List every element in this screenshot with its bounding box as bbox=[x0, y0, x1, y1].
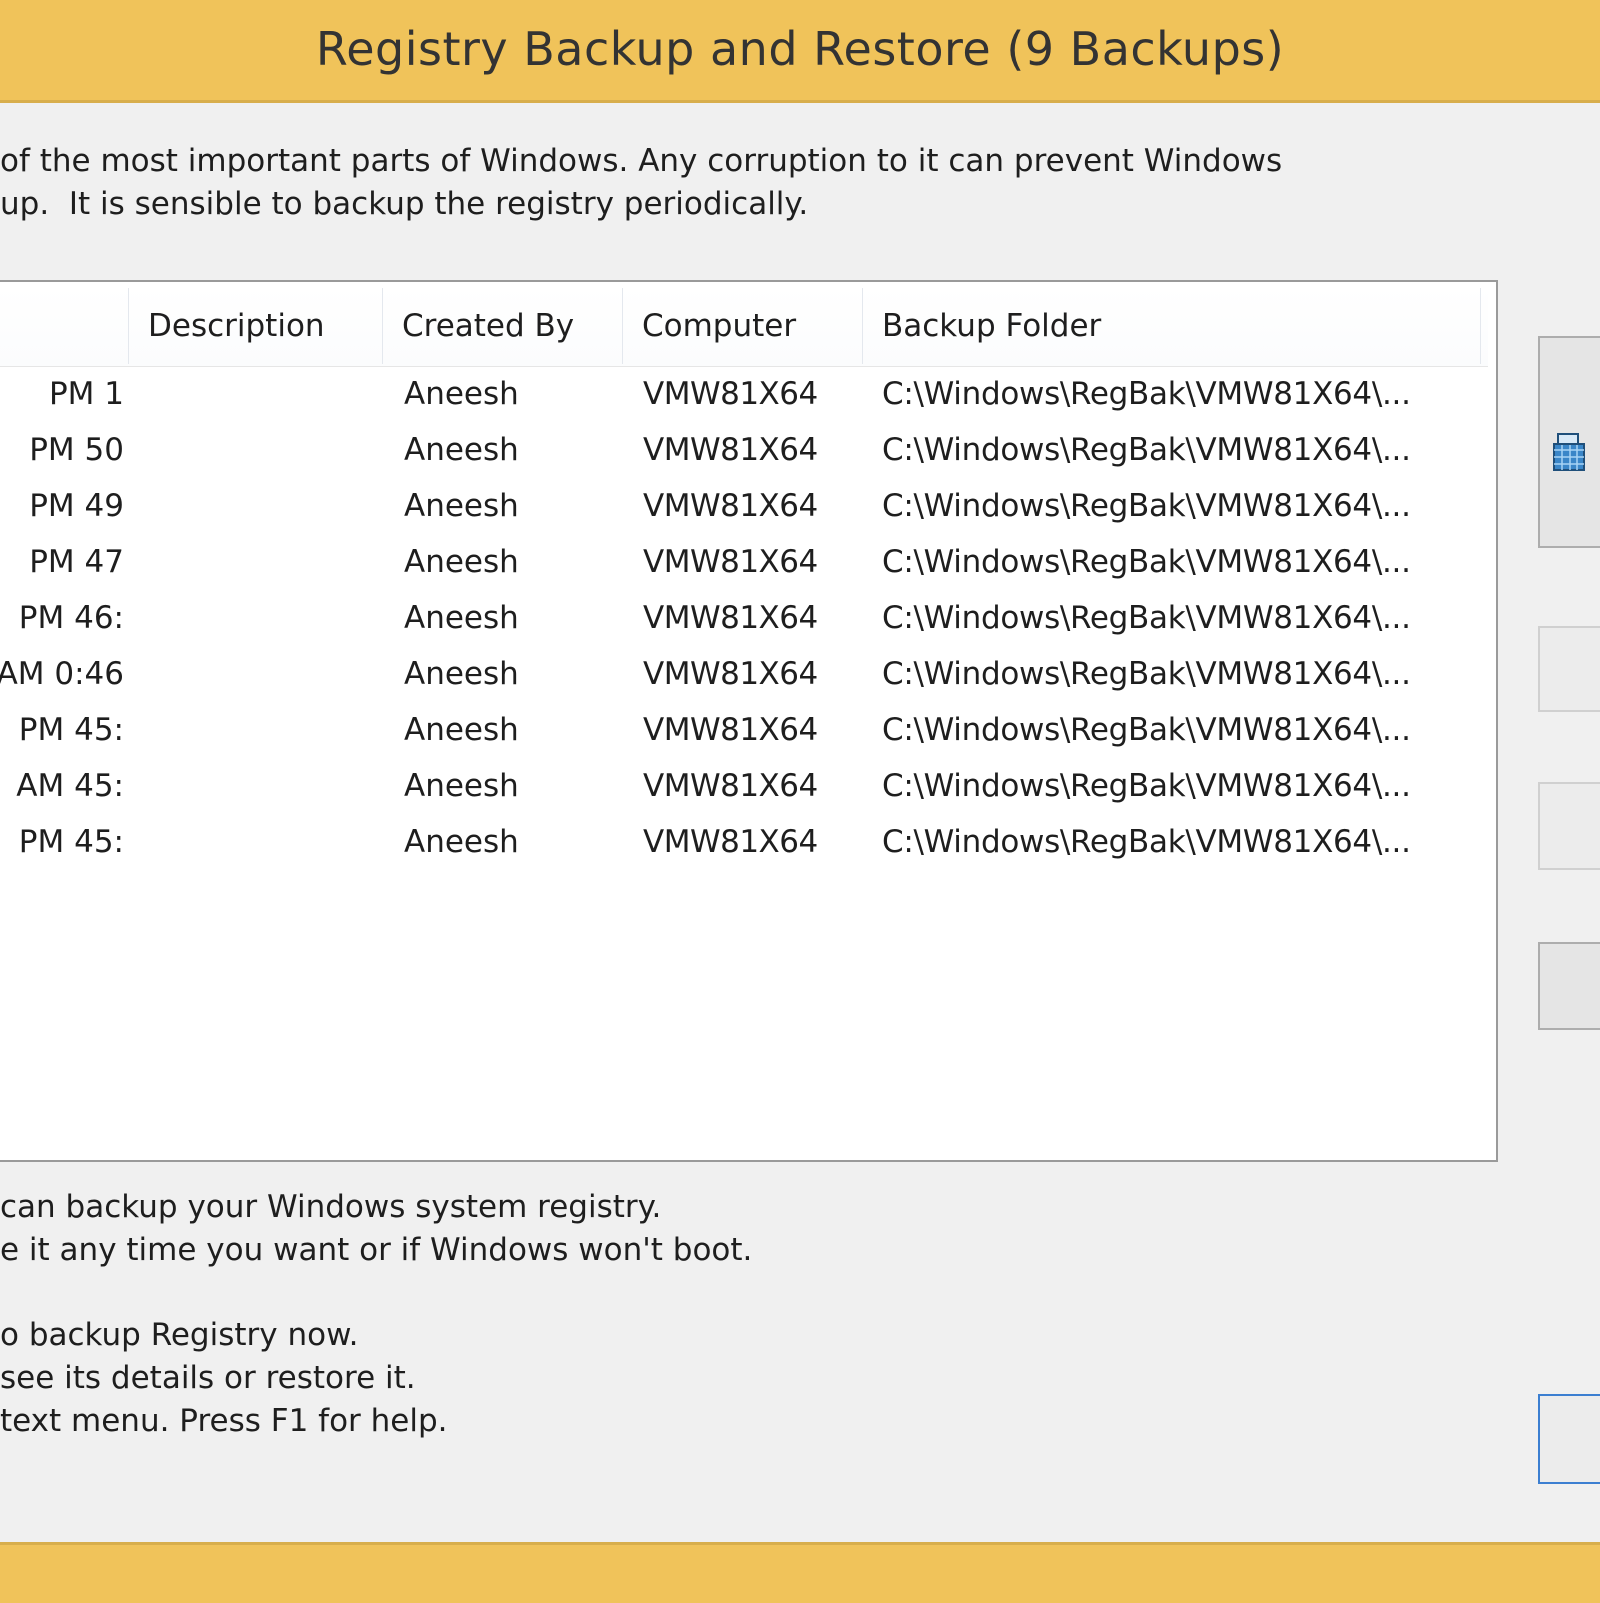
table-row[interactable]: :46 PM Aneesh VMW81X64 C:\Windows\RegBak… bbox=[0, 590, 1488, 646]
details-button[interactable] bbox=[1538, 626, 1600, 712]
cell-computer: VMW81X64 bbox=[643, 600, 818, 636]
intro-text: of the most important parts of Windows. … bbox=[0, 143, 1283, 222]
restore-button[interactable] bbox=[1538, 782, 1600, 870]
cell-computer: VMW81X64 bbox=[643, 544, 818, 580]
column-divider[interactable] bbox=[862, 288, 863, 364]
cell-date: :46 PM bbox=[18, 600, 124, 636]
cell-description bbox=[148, 422, 378, 478]
cell-backup-folder: C:\Windows\RegBak\VMW81X64\... bbox=[882, 656, 1411, 692]
cell-description bbox=[148, 646, 378, 702]
column-header-description[interactable]: Description bbox=[130, 286, 380, 366]
column-divider[interactable] bbox=[622, 288, 623, 364]
table-row[interactable]: 47 PM Aneesh VMW81X64 C:\Windows\RegBak\… bbox=[0, 534, 1488, 590]
cell-description bbox=[148, 758, 378, 814]
cell-created-by: Aneesh bbox=[404, 824, 519, 860]
table-row[interactable]: 0:46 AM Aneesh VMW81X64 C:\Windows\RegBa… bbox=[0, 646, 1488, 702]
window-title: Registry Backup and Restore (9 Backups) bbox=[315, 22, 1285, 76]
cell-created-by: Aneesh bbox=[404, 376, 519, 412]
cell-date: 49 PM bbox=[29, 488, 124, 524]
cell-computer: VMW81X64 bbox=[643, 768, 818, 804]
cell-computer: VMW81X64 bbox=[643, 824, 818, 860]
cell-date: 0:46 AM bbox=[0, 656, 124, 692]
cell-date: :45 PM bbox=[18, 712, 124, 748]
list-header: Description Created By Computer Backup F… bbox=[0, 286, 1488, 367]
table-row[interactable]: :45 AM Aneesh VMW81X64 C:\Windows\RegBak… bbox=[0, 758, 1488, 814]
cell-backup-folder: C:\Windows\RegBak\VMW81X64\... bbox=[882, 824, 1411, 860]
window-bottom-border bbox=[0, 1542, 1600, 1603]
cell-computer: VMW81X64 bbox=[643, 432, 818, 468]
column-divider[interactable] bbox=[128, 288, 129, 364]
backups-list[interactable]: Description Created By Computer Backup F… bbox=[0, 280, 1498, 1162]
cell-date: 50 PM bbox=[29, 432, 124, 468]
help-text-instructions: o backup Registry now. see its details o… bbox=[0, 1317, 448, 1439]
column-header-created-by[interactable]: Created By bbox=[384, 286, 620, 366]
options-button[interactable] bbox=[1538, 942, 1600, 1030]
help-text-intro: can backup your Windows system registry.… bbox=[0, 1189, 753, 1268]
table-row[interactable]: 49 PM Aneesh VMW81X64 C:\Windows\RegBak\… bbox=[0, 478, 1488, 534]
column-header-computer[interactable]: Computer bbox=[624, 286, 860, 366]
table-row[interactable]: :45 PM Aneesh VMW81X64 C:\Windows\RegBak… bbox=[0, 814, 1488, 870]
cell-backup-folder: C:\Windows\RegBak\VMW81X64\... bbox=[882, 600, 1411, 636]
cell-date: :45 PM bbox=[18, 824, 124, 860]
cell-computer: VMW81X64 bbox=[643, 712, 818, 748]
column-header-date[interactable] bbox=[0, 286, 128, 366]
cell-created-by: Aneesh bbox=[404, 768, 519, 804]
cell-created-by: Aneesh bbox=[404, 656, 519, 692]
cell-created-by: Aneesh bbox=[404, 600, 519, 636]
close-button[interactable] bbox=[1538, 1394, 1600, 1484]
cell-backup-folder: C:\Windows\RegBak\VMW81X64\... bbox=[882, 768, 1411, 804]
cell-date: 1 PM bbox=[48, 376, 124, 412]
cell-description bbox=[148, 590, 378, 646]
column-divider[interactable] bbox=[382, 288, 383, 364]
cell-created-by: Aneesh bbox=[404, 432, 519, 468]
cell-description bbox=[148, 478, 378, 534]
table-row[interactable]: :45 PM Aneesh VMW81X64 C:\Windows\RegBak… bbox=[0, 702, 1488, 758]
cell-computer: VMW81X64 bbox=[643, 656, 818, 692]
cell-computer: VMW81X64 bbox=[643, 488, 818, 524]
table-row[interactable]: 50 PM Aneesh VMW81X64 C:\Windows\RegBak\… bbox=[0, 422, 1488, 478]
cell-computer: VMW81X64 bbox=[643, 376, 818, 412]
cell-date: :45 AM bbox=[16, 768, 124, 804]
cell-created-by: Aneesh bbox=[404, 712, 519, 748]
table-row[interactable]: 1 PM Aneesh VMW81X64 C:\Windows\RegBak\V… bbox=[0, 366, 1488, 422]
cell-backup-folder: C:\Windows\RegBak\VMW81X64\... bbox=[882, 376, 1411, 412]
cell-backup-folder: C:\Windows\RegBak\VMW81X64\... bbox=[882, 544, 1411, 580]
cell-date: 47 PM bbox=[29, 544, 124, 580]
cell-backup-folder: C:\Windows\RegBak\VMW81X64\... bbox=[882, 432, 1411, 468]
cell-created-by: Aneesh bbox=[404, 544, 519, 580]
backup-now-button[interactable] bbox=[1538, 336, 1600, 548]
cell-description bbox=[148, 814, 378, 870]
column-divider[interactable] bbox=[1480, 288, 1481, 364]
registry-cube-icon bbox=[1553, 433, 1585, 471]
cell-description bbox=[148, 366, 378, 422]
cell-backup-folder: C:\Windows\RegBak\VMW81X64\... bbox=[882, 488, 1411, 524]
cell-created-by: Aneesh bbox=[404, 488, 519, 524]
cell-description bbox=[148, 702, 378, 758]
column-header-backup-folder[interactable]: Backup Folder bbox=[864, 286, 1478, 366]
cell-description bbox=[148, 534, 378, 590]
cell-backup-folder: C:\Windows\RegBak\VMW81X64\... bbox=[882, 712, 1411, 748]
